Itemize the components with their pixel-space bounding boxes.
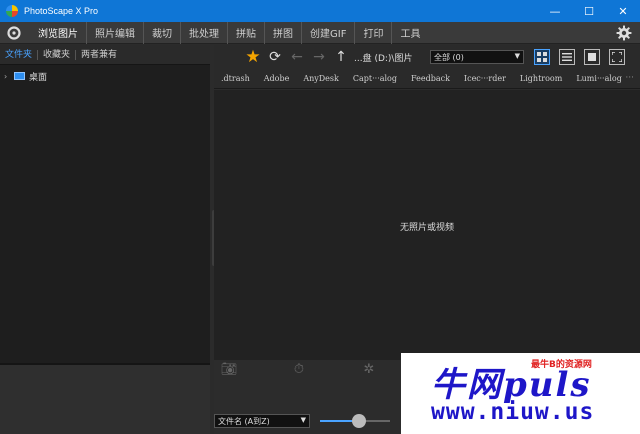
menu-tools[interactable]: 工具 — [391, 21, 428, 44]
tab-both[interactable]: 两者兼有 — [75, 49, 122, 60]
sort-order-select[interactable]: 文件名 (A到Z) ▼ — [214, 414, 310, 428]
expand-arrow-icon[interactable]: › — [4, 72, 14, 81]
title-bar: PhotoScape X Pro — ☐ ✕ — [0, 0, 640, 22]
timer-icon[interactable]: ⏱︎ — [290, 360, 308, 378]
single-photo-icon — [588, 53, 596, 61]
photoscape-logo-icon[interactable] — [6, 25, 22, 41]
fullscreen-button[interactable] — [609, 49, 625, 65]
view-mode-buttons — [534, 49, 634, 65]
folder-pane: 文件夹 收藏夹 两者兼有 › 桌面 — [0, 45, 210, 434]
subfolder-item[interactable]: Icec···rder — [457, 74, 513, 83]
current-path: ...盘 (D:)\图片 — [354, 53, 413, 64]
watermark-url: www.niuw.us — [431, 399, 595, 425]
tab-folders[interactable]: 文件夹 — [0, 50, 37, 60]
main-menu-bar: 浏览图片 照片编辑 裁切 批处理 拼贴 拼图 创建GIF 打印 工具 — [0, 21, 640, 44]
menu-combine[interactable]: 拼图 — [264, 21, 301, 44]
menu-viewer[interactable]: 浏览图片 — [30, 22, 86, 44]
preview-pane — [0, 363, 210, 434]
window-title: PhotoScape X Pro — [24, 6, 99, 16]
star-favorite-icon[interactable]: ★ — [242, 46, 264, 68]
settings-wheel-icon[interactable]: ✲ — [360, 360, 378, 378]
thumbnail-area[interactable]: 无照片或视频 — [214, 90, 640, 360]
menu-cut-out[interactable]: 裁切 — [143, 21, 180, 44]
menu-editor[interactable]: 照片编辑 — [86, 21, 143, 44]
fullscreen-icon — [612, 52, 622, 62]
subfolder-item[interactable]: Feedback — [404, 74, 457, 83]
watermark-tagline: 最牛B的资源网 — [531, 360, 592, 370]
subfolder-item[interactable]: Capt···alog — [346, 74, 404, 83]
folder-tree: › 桌面 — [0, 65, 210, 87]
menu-print[interactable]: 打印 — [354, 21, 391, 44]
subfolder-item[interactable]: AnyDesk — [296, 74, 346, 83]
refresh-icon[interactable]: ⟳ — [264, 46, 286, 68]
camera-icon[interactable]: 📷︎ — [220, 360, 238, 378]
grid-icon — [537, 52, 547, 62]
folder-pane-tabs: 文件夹 收藏夹 两者兼有 — [0, 45, 210, 65]
up-arrow-icon[interactable]: ↑ — [330, 46, 352, 68]
list-icon — [562, 53, 572, 61]
more-folders-icon[interactable]: ··· — [625, 73, 634, 83]
menu-create-gif[interactable]: 创建GIF — [301, 21, 354, 44]
dropdown-arrow-icon: ▼ — [300, 416, 306, 424]
tree-item-desktop[interactable]: › 桌面 — [4, 69, 206, 83]
minimize-button[interactable]: — — [538, 0, 572, 22]
forward-arrow-icon[interactable]: → — [308, 46, 330, 68]
dropdown-arrow-icon: ▼ — [514, 52, 520, 60]
grid-view-button[interactable] — [534, 49, 550, 65]
window-controls: — ☐ ✕ — [538, 0, 640, 22]
menu-collage[interactable]: 拼贴 — [227, 21, 264, 44]
sort-value: 文件名 (A到Z) — [218, 416, 270, 426]
slider-knob[interactable] — [351, 414, 366, 428]
list-view-button[interactable] — [559, 49, 575, 65]
tree-item-label: 桌面 — [29, 72, 48, 83]
tab-favorites[interactable]: 收藏夹 — [37, 49, 75, 60]
maximize-button[interactable]: ☐ — [572, 0, 606, 22]
app-icon — [6, 5, 18, 17]
watermark-logo: 牛网puls 最牛B的资源网 www.niuw.us — [401, 353, 640, 434]
single-view-button[interactable] — [584, 49, 600, 65]
subfolder-item[interactable]: Lumi···alog — [569, 74, 629, 83]
subfolder-item[interactable]: Lightroom — [513, 74, 569, 83]
menu-batch[interactable]: 批处理 — [180, 21, 227, 44]
thumbnail-size-slider[interactable] — [320, 414, 390, 428]
filter-value: 全部 (0) — [434, 52, 464, 62]
empty-message: 无照片或视频 — [399, 223, 454, 233]
subfolder-bar: .dtrash Adobe AnyDesk Capt···alog Feedba… — [214, 69, 640, 89]
desktop-icon — [14, 72, 25, 80]
viewer-toolbar: ★ ⟳ ← → ↑ ...盘 (D:)\图片 全部 (0) ▼ — [214, 45, 640, 69]
subfolder-item[interactable]: Adobe — [257, 74, 297, 83]
subfolder-item[interactable]: .dtrash — [214, 74, 257, 83]
close-button[interactable]: ✕ — [606, 0, 640, 22]
file-type-filter-select[interactable]: 全部 (0) ▼ — [430, 50, 524, 64]
back-arrow-icon[interactable]: ← — [286, 46, 308, 68]
gear-icon[interactable] — [616, 25, 632, 41]
